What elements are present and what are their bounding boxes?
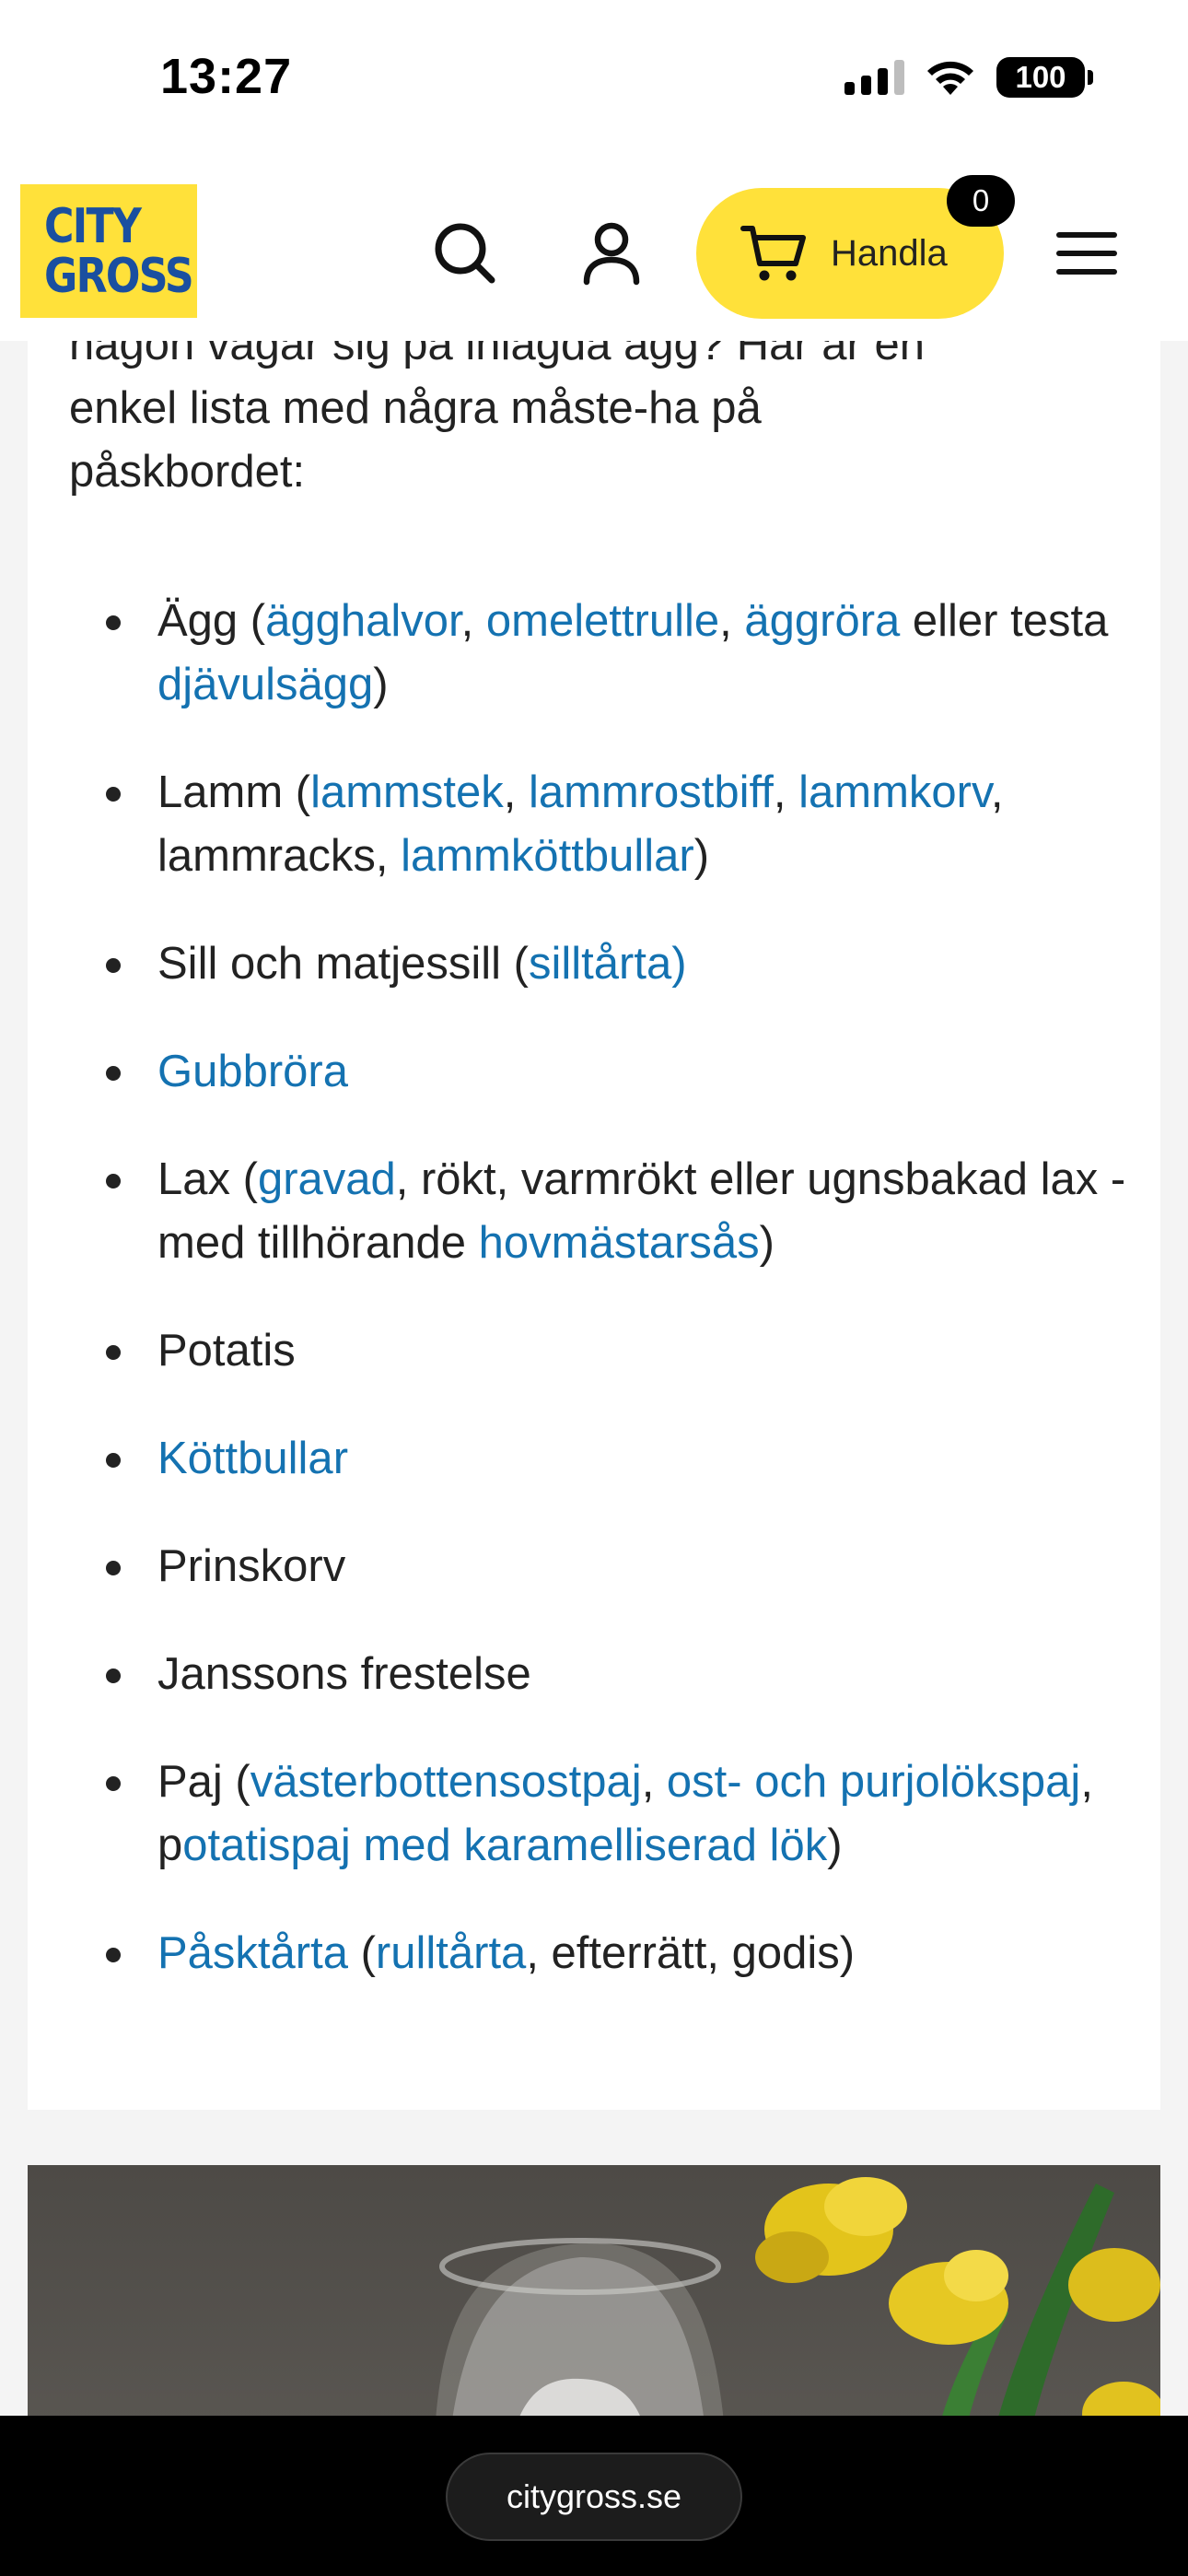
list-text: , [503, 767, 529, 817]
dish-list-item: Gubbröra [69, 1040, 1128, 1104]
intro-line: enkel lista med några måste-ha på [69, 383, 762, 433]
cellular-signal-icon [844, 60, 904, 95]
list-text: ) [693, 831, 710, 881]
dish-list-item: Prinskorv [69, 1535, 1128, 1598]
cart-label: Handla [831, 232, 948, 274]
dish-list-item: Sill och matjessill (silltårta) [69, 932, 1128, 996]
cart-icon [740, 226, 806, 281]
recipe-link[interactable]: gravad [258, 1154, 396, 1204]
list-text: Lax ( [157, 1154, 258, 1204]
list-text: Potatis [157, 1326, 296, 1376]
list-text: Ägg ( [157, 596, 266, 646]
list-text: Janssons frestelse [157, 1649, 531, 1699]
recipe-link[interactable]: silltårta) [529, 939, 687, 989]
recipe-link[interactable]: ägghalvor [265, 596, 461, 646]
recipe-link[interactable]: lammköttbullar [401, 831, 694, 881]
dish-list-item: Janssons frestelse [69, 1643, 1128, 1706]
menu-button[interactable] [1045, 212, 1128, 295]
list-text: , [719, 596, 745, 646]
easter-dish-list: Ägg (ägghalvor, omelettrulle, äggröra el… [69, 590, 1128, 2030]
recipe-link[interactable]: hovmästarsås [479, 1218, 760, 1268]
dish-list-item: Lamm (lammstek, lammrostbiff, lammkorv, … [69, 761, 1128, 888]
recipe-link[interactable]: omelettrulle [486, 596, 719, 646]
recipe-link[interactable]: lammstek [310, 767, 504, 817]
recipe-link[interactable]: Köttbullar [157, 1434, 348, 1483]
dish-list-item: Ägg (ägghalvor, omelettrulle, äggröra el… [69, 590, 1128, 717]
recipe-link[interactable]: Påsktårta [157, 1928, 348, 1978]
recipe-link[interactable]: djävulsägg [157, 660, 373, 709]
logo-line-1: CITY [44, 198, 142, 254]
dish-list-item: Potatis [69, 1319, 1128, 1383]
list-text: eller testa [900, 596, 1109, 646]
list-text: Prinskorv [157, 1541, 346, 1591]
search-icon [435, 223, 495, 284]
list-text: , [773, 767, 799, 817]
dish-list-item: Köttbullar [69, 1427, 1128, 1491]
recipe-link[interactable]: västerbottensostpaj [250, 1757, 642, 1807]
recipe-link[interactable]: lammrostbiff [529, 767, 774, 817]
recipe-link[interactable]: äggröra [744, 596, 900, 646]
list-text: ) [373, 660, 389, 709]
city-gross-logo[interactable]: CITY GROSS [20, 184, 197, 318]
list-text: Paj ( [157, 1757, 250, 1807]
list-text: Lamm ( [157, 767, 311, 817]
user-icon [583, 222, 640, 286]
dish-list-item: Påsktårta (rulltårta, efterrätt, godis) [69, 1922, 1128, 1985]
status-time: 13:27 [160, 49, 293, 104]
status-bar: 13:27 100 [0, 0, 1188, 175]
logo-line-2: GROSS [44, 248, 194, 304]
recipe-link[interactable]: lammkorv [798, 767, 991, 817]
recipe-link[interactable]: Gubbröra [157, 1047, 348, 1096]
intro-line: påskbordet: [69, 447, 306, 497]
url-bar[interactable]: citygross.se [446, 2453, 742, 2541]
recipe-link[interactable]: rulltårta [376, 1928, 526, 1978]
list-text: ( [347, 1928, 376, 1978]
cart-count-badge: 0 [947, 175, 1015, 227]
list-text: , [460, 596, 486, 646]
recipe-link[interactable]: otatispaj med karamelliserad lök [182, 1821, 827, 1870]
account-button[interactable] [570, 212, 653, 295]
hamburger-menu-icon [1056, 232, 1117, 275]
page: 13:27 100 CITY GROSS Handla 0 någon våga… [0, 0, 1188, 2576]
site-header: CITY GROSS Handla 0 [0, 175, 1188, 341]
status-icons: 100 [844, 57, 1093, 98]
list-text: Sill och matjessill ( [157, 939, 529, 989]
article-card: någon vågar sig på inlagda ägg? Här är e… [28, 276, 1160, 2110]
dish-list-item: Paj (västerbottensostpaj, ost- och purjo… [69, 1751, 1128, 1878]
list-text: ) [827, 1821, 843, 1870]
list-text: , [641, 1757, 667, 1807]
search-button[interactable] [424, 212, 507, 295]
list-text: ) [759, 1218, 775, 1268]
list-text: , efterrätt, godis) [526, 1928, 856, 1978]
wifi-icon [927, 61, 973, 95]
article-intro: någon vågar sig på inlagda ägg? Här är e… [69, 313, 1119, 504]
recipe-link[interactable]: ost- och purjolökspaj [667, 1757, 1080, 1807]
dish-list-item: Lax (gravad, rökt, varmrökt eller ugnsba… [69, 1148, 1128, 1275]
battery-icon: 100 [996, 57, 1093, 98]
browser-toolbar: citygross.se [0, 2416, 1188, 2576]
